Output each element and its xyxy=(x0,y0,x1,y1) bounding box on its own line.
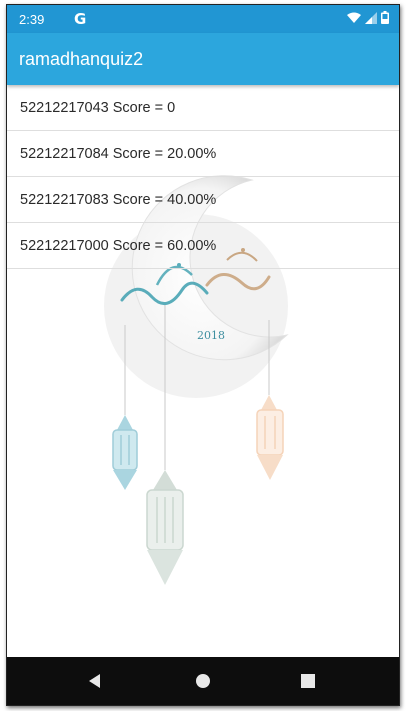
app-title: ramadhanquiz2 xyxy=(19,49,144,69)
app-bar: ramadhanquiz2 xyxy=(7,33,399,85)
list-item[interactable]: 52212217000 Score = 60.00% xyxy=(7,223,399,269)
lantern-icon xyxy=(256,395,284,480)
status-time: 2:39 xyxy=(19,12,45,27)
year-label: 2018 xyxy=(197,329,225,342)
score-text: 52212217084 Score = 20.00% xyxy=(20,145,217,162)
lantern-icon xyxy=(146,470,184,585)
status-bar: 2:39 G xyxy=(7,5,399,33)
screenshot-frame: 2:39 G ramadhanquiz2 2018 52212217043 Sc… xyxy=(0,0,406,711)
status-icons xyxy=(347,11,389,24)
recents-icon[interactable] xyxy=(298,671,318,691)
phone-screen: 2:39 G ramadhanquiz2 2018 52212217043 Sc… xyxy=(6,4,400,706)
wifi-icon xyxy=(347,12,361,23)
score-text: 52212217043 Score = 0 xyxy=(20,99,176,116)
list-item[interactable]: 52212217084 Score = 20.00% xyxy=(7,131,399,177)
back-icon[interactable] xyxy=(85,671,105,691)
battery-icon xyxy=(381,11,389,24)
list-item[interactable]: 52212217043 Score = 0 xyxy=(7,85,399,131)
home-icon[interactable] xyxy=(193,671,213,691)
navigation-bar xyxy=(7,657,399,705)
main-content: 2018 52212217043 Score = 0 52212217084 S… xyxy=(7,85,399,657)
score-list: 52212217043 Score = 0 52212217084 Score … xyxy=(7,85,399,269)
score-text: 52212217000 Score = 60.00% xyxy=(20,237,217,254)
score-text: 52212217083 Score = 40.00% xyxy=(20,191,217,208)
google-icon: G xyxy=(74,10,87,28)
list-item[interactable]: 52212217083 Score = 40.00% xyxy=(7,177,399,223)
signal-icon xyxy=(365,11,377,24)
lantern-icon xyxy=(112,415,138,490)
